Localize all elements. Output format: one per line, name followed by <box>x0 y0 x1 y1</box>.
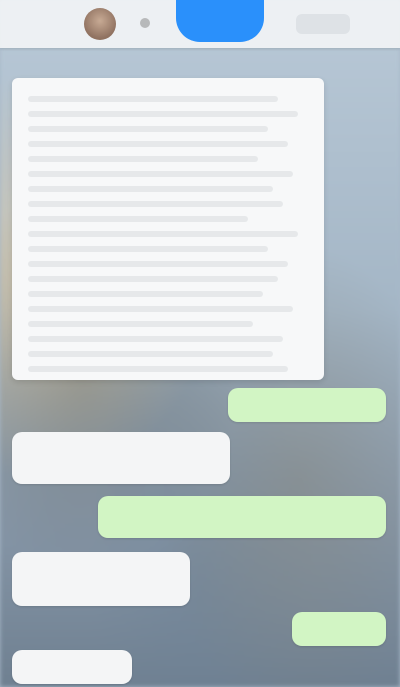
message-text <box>98 496 386 512</box>
message-bubble-incoming[interactable] <box>12 432 230 484</box>
message-text <box>12 432 230 448</box>
chat-header <box>0 0 400 48</box>
contact-avatar[interactable] <box>84 8 116 40</box>
message-bubble-incoming[interactable] <box>12 552 190 606</box>
document-preview[interactable] <box>12 78 324 380</box>
status-dot-icon <box>140 18 150 28</box>
message-text <box>12 552 190 568</box>
message-bubble-outgoing[interactable] <box>228 388 386 422</box>
message-bubble-outgoing[interactable] <box>98 496 386 538</box>
message-bubble-outgoing[interactable] <box>292 612 386 646</box>
message-bubble-incoming[interactable] <box>12 650 132 684</box>
message-text <box>292 612 386 628</box>
menu-icon[interactable] <box>296 14 350 34</box>
message-text <box>228 388 386 404</box>
call-button[interactable] <box>176 0 264 42</box>
message-text <box>12 650 132 666</box>
